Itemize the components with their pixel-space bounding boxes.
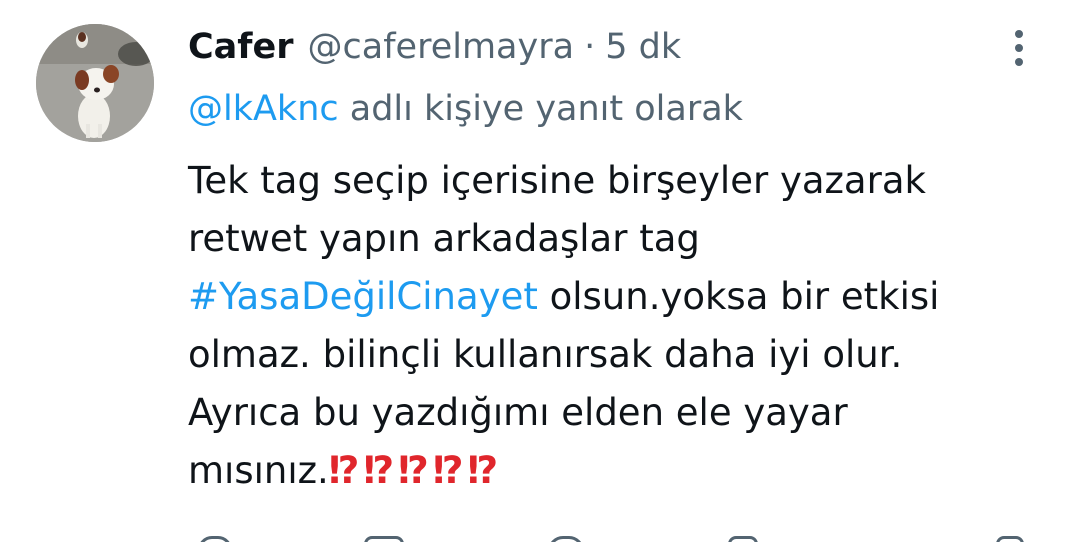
display-name[interactable]: Cafer [188,22,294,72]
separator-dot: · [584,27,596,67]
reply-icon[interactable] [198,536,232,542]
tweet-text-line: mısınız.⁉ ⁉ ⁉ ⁉ ⁉ [188,442,1048,500]
tweet-text: Tek tag seçip içerisine birşeyler yazara… [188,152,1048,500]
dog-photo-avatar [36,24,154,142]
action-bar [188,528,1028,542]
reply-mention-link[interactable]: @lkAknc [188,89,339,129]
exclamation-question-emoji: ⁉ [328,449,360,492]
share-icon[interactable] [996,536,1024,542]
tweet-text-segment: olsun.yoksa bir etkisi [537,275,940,318]
tweet-text-line: Tek tag seçip içerisine birşeyler yazara… [188,159,926,202]
tweet-text-line: Ayrıca bu yazdığımı elden ele yayar [188,391,848,434]
reply-context: @lkAknc adlı kişiye yanıt olarak [188,84,743,134]
user-handle[interactable]: @caferelmayra [308,22,575,72]
avatar[interactable] [36,24,154,142]
exclamation-question-emoji: ⁉ [398,449,429,492]
retweet-icon[interactable] [364,536,404,542]
reply-context-text: adlı kişiye yanıt olarak [338,89,743,129]
tweet-text-line: #YasaDeğilCinayet olsun.yoksa bir etkisi [188,268,1048,326]
tweet-text-line: olmaz. bilinçli kullanırsak daha iyi olu… [188,333,903,376]
like-icon[interactable] [548,536,584,542]
tweet-text-segment: mısınız. [188,449,329,492]
tweet-header: Cafer @caferelmayra · 5 dk [188,22,681,72]
timestamp[interactable]: 5 dk [605,22,681,72]
exclamation-question-emoji: ⁉ [363,449,394,492]
hashtag-link[interactable]: #YasaDeğilCinayet [188,275,538,318]
views-icon[interactable] [728,536,758,542]
more-vertical-icon[interactable] [1006,26,1034,70]
tweet[interactable]: Cafer @caferelmayra · 5 dk @lkAknc adlı … [0,0,1080,542]
exclamation-question-emoji: ⁉ [432,449,464,492]
exclamation-question-emoji: ⁉ [467,449,498,492]
tweet-text-line: retwet yapın arkadaşlar tag [188,217,700,260]
